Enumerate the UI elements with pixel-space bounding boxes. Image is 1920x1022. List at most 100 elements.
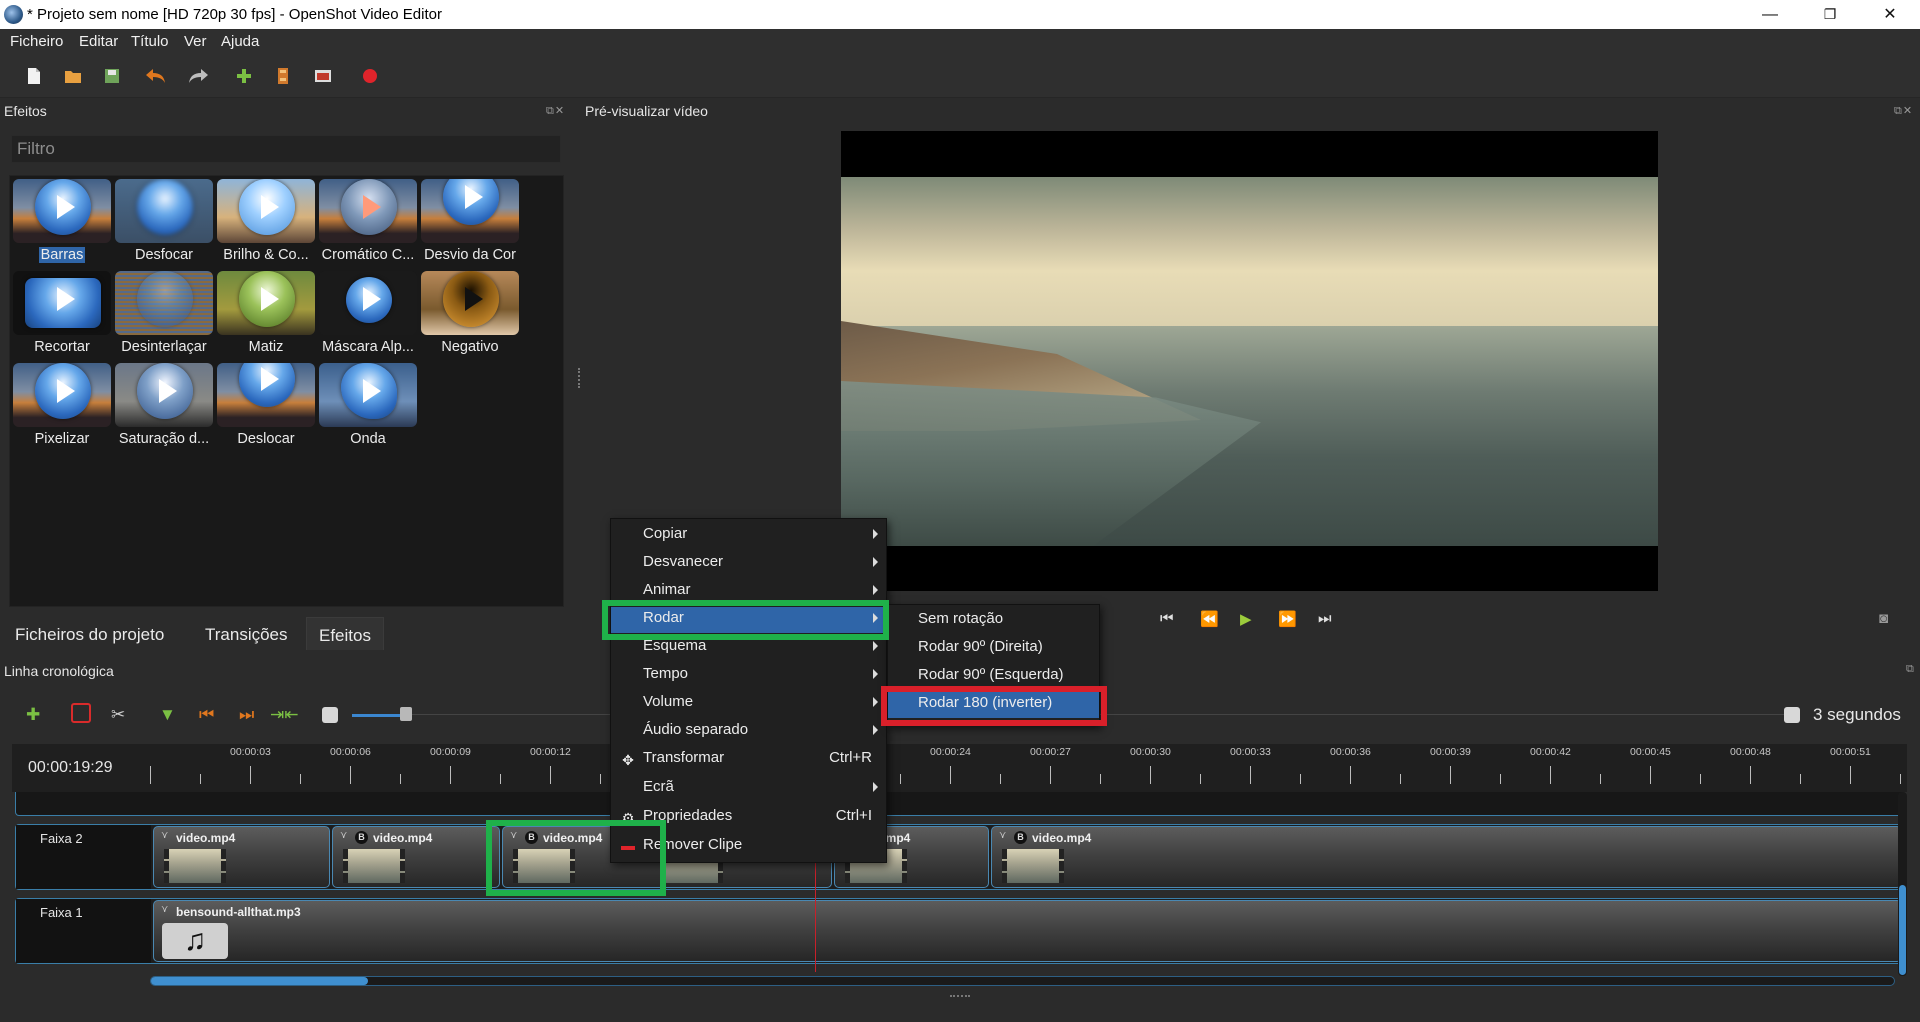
- rotate-none[interactable]: Sem rotação: [888, 608, 1099, 634]
- add-marker-icon[interactable]: ▼: [159, 705, 176, 725]
- ruler-tick: [1650, 766, 1651, 784]
- ruler-tick: [1250, 766, 1251, 784]
- menu-editar[interactable]: Editar: [79, 33, 118, 50]
- snapping-icon[interactable]: [71, 703, 91, 723]
- add-track-icon[interactable]: ✚: [26, 705, 40, 725]
- menu-ficheiro[interactable]: Ficheiro: [10, 33, 63, 50]
- effect-desinterlacar[interactable]: Desinterlaçar: [113, 269, 215, 359]
- hidden-track-top: [15, 792, 1903, 816]
- window-title: * Projeto sem nome [HD 720p 30 fps] - Op…: [27, 6, 442, 23]
- ruler-tick-label: 00:00:51: [1830, 746, 1871, 758]
- save-project-icon[interactable]: [100, 64, 124, 88]
- effect-desfocar[interactable]: Desfocar: [113, 177, 215, 267]
- effect-onda[interactable]: Onda: [317, 361, 419, 451]
- ruler-tick: [1150, 766, 1151, 784]
- menu-item-transformar[interactable]: ✥ Transformar Ctrl+R: [611, 747, 886, 773]
- panel-splitter[interactable]: [578, 368, 580, 388]
- razor-icon[interactable]: ✂: [111, 705, 125, 725]
- effect-label: Deslocar: [237, 431, 295, 447]
- effect-recortar[interactable]: Recortar: [11, 269, 113, 359]
- effect-saturacao[interactable]: Saturação d...: [113, 361, 215, 451]
- export-video-icon[interactable]: [358, 64, 382, 88]
- zoom-icon: [1784, 707, 1800, 723]
- camera-icon[interactable]: ◙: [1879, 610, 1888, 627]
- clip-menu-icon[interactable]: ⋎: [161, 904, 168, 915]
- clip-menu-icon[interactable]: ⋎: [999, 830, 1006, 841]
- effects-filter-input[interactable]: [11, 135, 561, 163]
- close-button[interactable]: ✕: [1862, 0, 1918, 29]
- tab-project-files[interactable]: Ficheiros do projeto: [3, 617, 177, 650]
- ruler-tick: [350, 766, 351, 784]
- ruler-tick: [1800, 774, 1801, 784]
- ruler-tick-label: 00:00:42: [1530, 746, 1571, 758]
- clip-menu-icon[interactable]: ⋎: [340, 830, 347, 841]
- effect-deslocar[interactable]: Deslocar: [215, 361, 317, 451]
- menu-ver[interactable]: Ver: [184, 33, 207, 50]
- effect-brilho[interactable]: Brilho & Co...: [215, 177, 317, 267]
- redo-icon[interactable]: [186, 64, 210, 88]
- fullscreen-icon[interactable]: [311, 64, 335, 88]
- zoom-fit-icon[interactable]: [322, 707, 338, 723]
- play-button[interactable]: ▶: [1240, 610, 1252, 628]
- submenu-arrow-icon: [873, 697, 878, 707]
- effect-cromatico[interactable]: Cromático C...: [317, 177, 419, 267]
- track-name-text: Faixa 2: [40, 831, 83, 846]
- effect-negativo[interactable]: Negativo: [419, 269, 521, 359]
- clip-audio[interactable]: ⋎ bensound-allthat.mp3 ♫: [153, 900, 1902, 962]
- clip-video-2[interactable]: ⋎ Bvideo.mp4: [332, 826, 500, 888]
- previous-marker-icon[interactable]: ⏮: [199, 705, 214, 725]
- ruler-tick: [1400, 774, 1401, 784]
- effect-matiz[interactable]: Matiz: [215, 269, 317, 359]
- ruler-tick-label: 00:00:48: [1730, 746, 1771, 758]
- effect-desvio-cor[interactable]: Desvio da Cor: [419, 177, 521, 267]
- effects-dock-buttons[interactable]: ⧉✕: [546, 104, 565, 118]
- effect-mascara-alpha[interactable]: Máscara Alp...: [317, 269, 419, 359]
- ruler-tick: [550, 766, 551, 784]
- undo-icon[interactable]: [144, 64, 168, 88]
- minimize-button[interactable]: —: [1742, 0, 1798, 29]
- menu-item-volume[interactable]: Volume: [611, 691, 886, 717]
- effect-pixelizar[interactable]: Pixelizar: [11, 361, 113, 451]
- zoom-label: 3 segundos: [1813, 705, 1901, 724]
- clip-video-1[interactable]: ⋎ video.mp4: [153, 826, 330, 888]
- clip-video-5[interactable]: ⋎ Bvideo.mp4: [991, 826, 1902, 888]
- choose-profile-icon[interactable]: [271, 64, 295, 88]
- new-project-icon[interactable]: [22, 64, 46, 88]
- menu-item-desvanecer[interactable]: Desvanecer: [611, 551, 886, 577]
- submenu-arrow-icon: [873, 529, 878, 539]
- timeline-dock-buttons[interactable]: ⧉: [1906, 663, 1915, 676]
- maximize-button[interactable]: ❐: [1802, 0, 1858, 29]
- vertical-scrollbar-thumb[interactable]: [1899, 885, 1906, 975]
- jump-start-button[interactable]: ⏮: [1160, 610, 1174, 627]
- tab-transitions[interactable]: Transições: [193, 617, 300, 650]
- rewind-button[interactable]: ⏪: [1200, 610, 1219, 628]
- clip-menu-icon[interactable]: ⋎: [161, 830, 168, 841]
- effect-barras[interactable]: Barras: [11, 177, 113, 267]
- ruler-tick: [1500, 774, 1501, 784]
- import-files-icon[interactable]: [232, 64, 256, 88]
- horizontal-scrollbar[interactable]: [150, 976, 1895, 986]
- preview-dock-title: Pré-visualizar vídeo: [585, 103, 708, 119]
- menu-item-audio-separado[interactable]: Áudio separado: [611, 719, 886, 745]
- effect-label: Saturação d...: [118, 431, 210, 447]
- jump-end-button[interactable]: ⏭: [1318, 610, 1332, 627]
- next-marker-icon[interactable]: ⏭: [239, 705, 254, 725]
- preview-dock-buttons[interactable]: ⧉✕: [1894, 104, 1913, 118]
- time-ruler[interactable]: 00:00:03 00:00:06 00:00:09 00:00:12 00:00:24…: [150, 744, 1908, 784]
- menu-ajuda[interactable]: Ajuda: [221, 33, 259, 50]
- ruler-tick: [1050, 766, 1051, 784]
- rotate-90-right[interactable]: Rodar 90º (Direita): [888, 636, 1099, 662]
- menu-item-copiar[interactable]: Copiar: [611, 523, 886, 549]
- ruler-tick: [1350, 766, 1351, 784]
- menu-item-ecra[interactable]: Ecrã: [611, 776, 886, 802]
- menu-item-tempo[interactable]: Tempo: [611, 663, 886, 689]
- horizontal-scrollbar-thumb[interactable]: [151, 977, 368, 985]
- clip-context-menu: Copiar Desvanecer Animar Rodar Esquema T…: [610, 518, 887, 863]
- bottom-splitter[interactable]: [950, 995, 970, 998]
- zoom-slider-handle[interactable]: [400, 707, 412, 721]
- fast-forward-button[interactable]: ⏩: [1278, 610, 1297, 628]
- open-project-icon[interactable]: [61, 64, 85, 88]
- center-playhead-icon[interactable]: ⇥⇤: [270, 705, 299, 725]
- menu-titulo[interactable]: Título: [131, 33, 169, 50]
- tab-effects[interactable]: Efeitos: [306, 617, 384, 650]
